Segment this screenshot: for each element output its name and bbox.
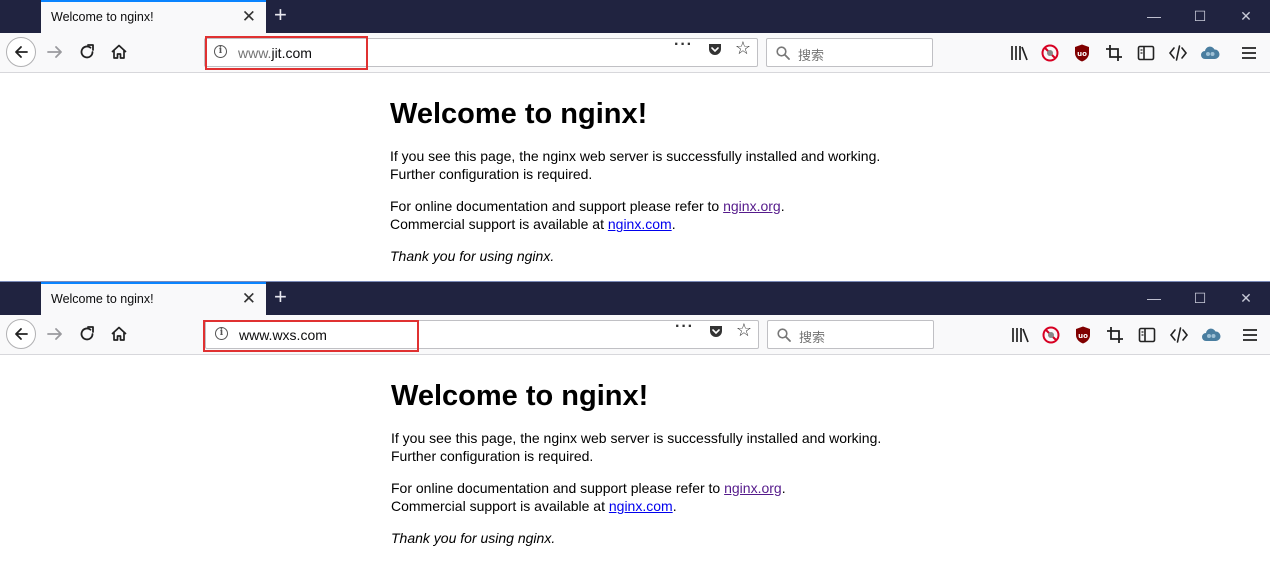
close-window-icon[interactable]: ✕ <box>1223 0 1269 33</box>
new-tab-plus-icon[interactable]: + <box>274 285 287 309</box>
tab-title: Welcome to nginx! <box>51 10 154 24</box>
minimize-icon[interactable]: — <box>1131 282 1177 315</box>
reload-icon[interactable] <box>78 325 96 343</box>
install-line-1: If you see this page, the nginx web serv… <box>390 148 881 164</box>
page-content: Welcome to nginx! If you see this page, … <box>0 355 1270 567</box>
hamburger-icon[interactable] <box>1240 325 1260 345</box>
tab-close-icon[interactable]: ✕ <box>242 7 256 27</box>
docs-paragraph: For online documentation and support ple… <box>390 197 910 233</box>
search-placeholder: 搜索 <box>798 49 825 64</box>
star-icon[interactable]: ☆ <box>735 38 751 58</box>
thank-you-text: Thank you for using nginx. <box>391 530 556 546</box>
reload-icon[interactable] <box>78 43 96 61</box>
install-paragraph: If you see this page, the nginx web serv… <box>391 429 911 465</box>
arrow-left-icon <box>15 328 28 340</box>
forward-arrow-icon[interactable] <box>46 43 64 61</box>
docs-period: . <box>781 480 786 496</box>
docs-paragraph: For online documentation and support ple… <box>391 479 911 515</box>
commercial-text: Commercial support is available at <box>390 216 608 232</box>
blocked-icon[interactable] <box>1040 43 1060 63</box>
search-box[interactable]: 搜索 <box>767 320 934 349</box>
nginx-welcome-page: Welcome to nginx! If you see this page, … <box>391 355 911 547</box>
pocket-icon[interactable] <box>708 323 724 339</box>
install-paragraph: If you see this page, the nginx web serv… <box>390 147 910 183</box>
commercial-period: . <box>671 216 676 232</box>
commercial-period: . <box>672 498 677 514</box>
maximize-icon[interactable]: ☐ <box>1177 0 1223 33</box>
more-dots-icon[interactable]: ··· <box>674 36 693 54</box>
svg-text:uo: uo <box>1077 50 1087 58</box>
docs-period: . <box>780 198 785 214</box>
url-highlight-box <box>205 36 368 70</box>
navigation-toolbar: i www.jit.com ··· ☆ 搜索 uo <box>0 33 1270 73</box>
cloud-icon[interactable] <box>1200 43 1220 63</box>
tab-title: Welcome to nginx! <box>51 292 154 306</box>
hamburger-icon[interactable] <box>1239 43 1259 63</box>
sidebar-icon[interactable] <box>1137 325 1157 345</box>
install-line-2: Further configuration is required. <box>391 448 594 464</box>
docs-text: For online documentation and support ple… <box>391 480 725 496</box>
crop-icon[interactable] <box>1104 43 1124 63</box>
search-icon <box>777 328 791 342</box>
tab-close-icon[interactable]: ✕ <box>242 289 256 309</box>
sidebar-icon[interactable] <box>1136 43 1156 63</box>
code-icon[interactable] <box>1169 325 1189 345</box>
nginx-com-link[interactable]: nginx.com <box>609 498 673 514</box>
navigation-toolbar: i www.wxs.com ··· ☆ 搜索 uo <box>0 315 1270 355</box>
commercial-text: Commercial support is available at <box>391 498 609 514</box>
minimize-icon[interactable]: — <box>1131 0 1177 33</box>
maximize-icon[interactable]: ☐ <box>1177 282 1223 315</box>
pocket-icon[interactable] <box>707 41 723 57</box>
arrow-left-icon <box>15 46 28 58</box>
nginx-org-link[interactable]: nginx.org <box>724 480 782 496</box>
more-dots-icon[interactable]: ··· <box>675 318 694 336</box>
home-icon[interactable] <box>110 43 128 61</box>
crop-icon[interactable] <box>1105 325 1125 345</box>
nginx-org-link[interactable]: nginx.org <box>723 198 781 214</box>
page-content: Welcome to nginx! If you see this page, … <box>0 73 1270 280</box>
nginx-welcome-page: Welcome to nginx! If you see this page, … <box>390 73 910 265</box>
nginx-com-link[interactable]: nginx.com <box>608 216 672 232</box>
tab-active[interactable]: Welcome to nginx! ✕ <box>41 0 266 33</box>
url-highlight-box <box>203 320 419 352</box>
forward-arrow-icon[interactable] <box>46 325 64 343</box>
new-tab-plus-icon[interactable]: + <box>274 3 287 27</box>
thank-you-text: Thank you for using nginx. <box>390 248 555 264</box>
ublock-icon[interactable]: uo <box>1073 325 1093 345</box>
ublock-icon[interactable]: uo <box>1072 43 1092 63</box>
docs-text: For online documentation and support ple… <box>390 198 724 214</box>
code-icon[interactable] <box>1168 43 1188 63</box>
install-line-1: If you see this page, the nginx web serv… <box>391 430 882 446</box>
library-icon[interactable] <box>1010 325 1030 345</box>
back-button[interactable] <box>6 319 36 349</box>
browser-window-1: Welcome to nginx! ✕ + — ☐ ✕ i www.jit.co… <box>0 0 1270 280</box>
back-button[interactable] <box>6 37 36 67</box>
close-window-icon[interactable]: ✕ <box>1223 282 1269 315</box>
title-bar: Welcome to nginx! ✕ + — ☐ ✕ <box>0 282 1270 315</box>
page-heading: Welcome to nginx! <box>390 98 648 130</box>
tab-active[interactable]: Welcome to nginx! ✕ <box>41 282 266 315</box>
blocked-icon[interactable] <box>1041 325 1061 345</box>
search-icon <box>776 46 790 60</box>
page-heading: Welcome to nginx! <box>391 380 649 412</box>
home-icon[interactable] <box>110 325 128 343</box>
browser-window-2: Welcome to nginx! ✕ + — ☐ ✕ i www.wxs.co… <box>0 281 1270 567</box>
title-bar: Welcome to nginx! ✕ + — ☐ ✕ <box>0 0 1270 33</box>
cloud-icon[interactable] <box>1201 325 1221 345</box>
search-box[interactable]: 搜索 <box>766 38 933 67</box>
svg-text:uo: uo <box>1078 332 1088 340</box>
star-icon[interactable]: ☆ <box>736 320 752 340</box>
search-placeholder: 搜索 <box>799 331 826 346</box>
library-icon[interactable] <box>1009 43 1029 63</box>
install-line-2: Further configuration is required. <box>390 166 593 182</box>
